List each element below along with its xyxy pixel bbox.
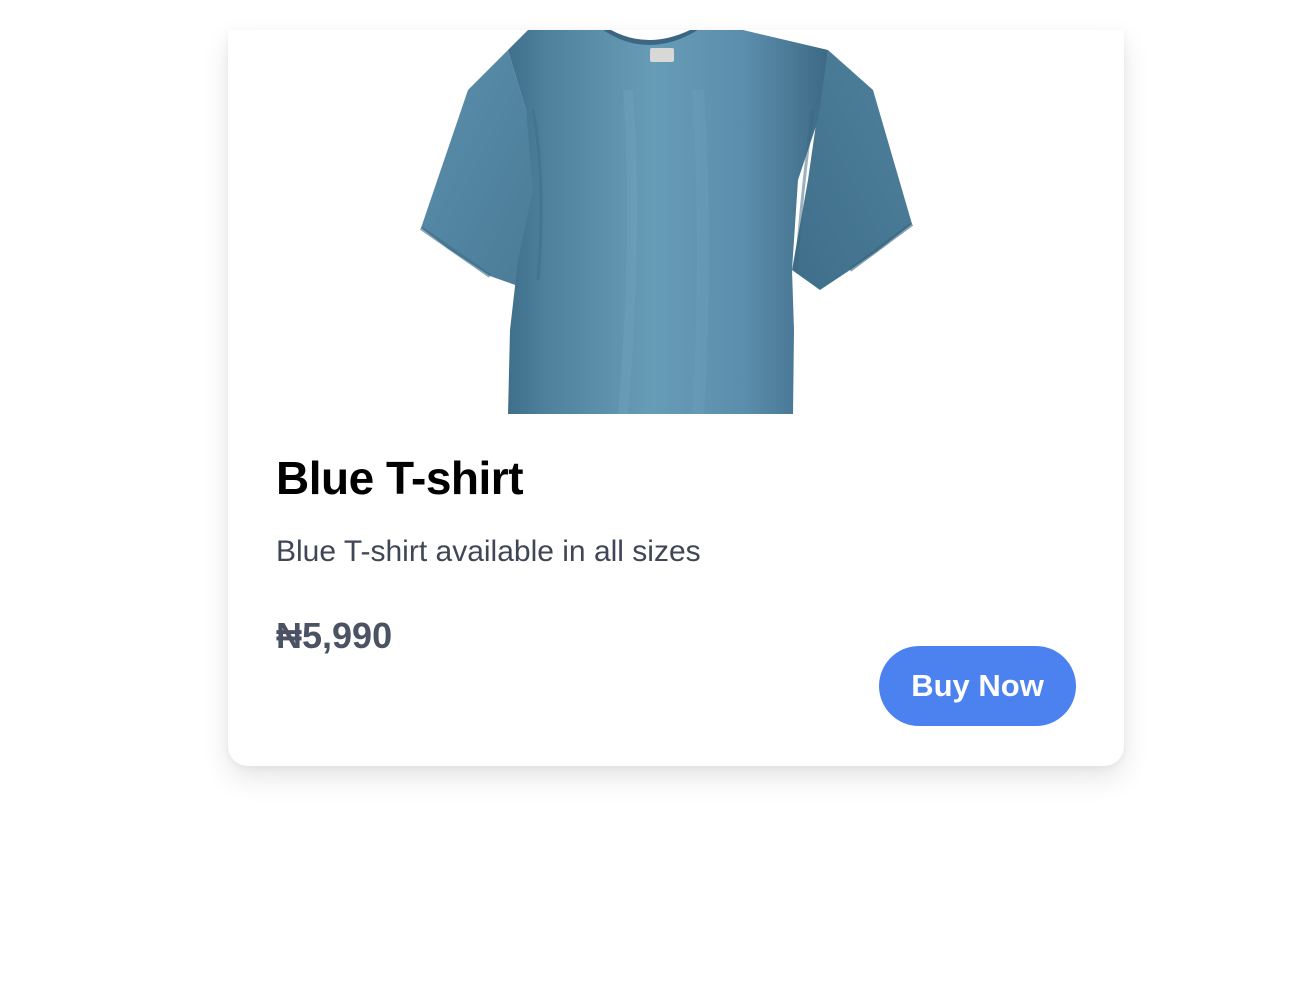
product-title: Blue T-shirt [276, 452, 524, 504]
product-description: Blue T-shirt available in all sizes [276, 535, 701, 568]
product-price: ₦5,990 [276, 615, 393, 656]
buy-now-button[interactable]: Buy Now [879, 646, 1076, 726]
product-card: Blue T-shirt Blue T-shirt available in a… [228, 30, 1124, 766]
product-image [228, 30, 1124, 414]
t-shirt-image [419, 30, 914, 414]
